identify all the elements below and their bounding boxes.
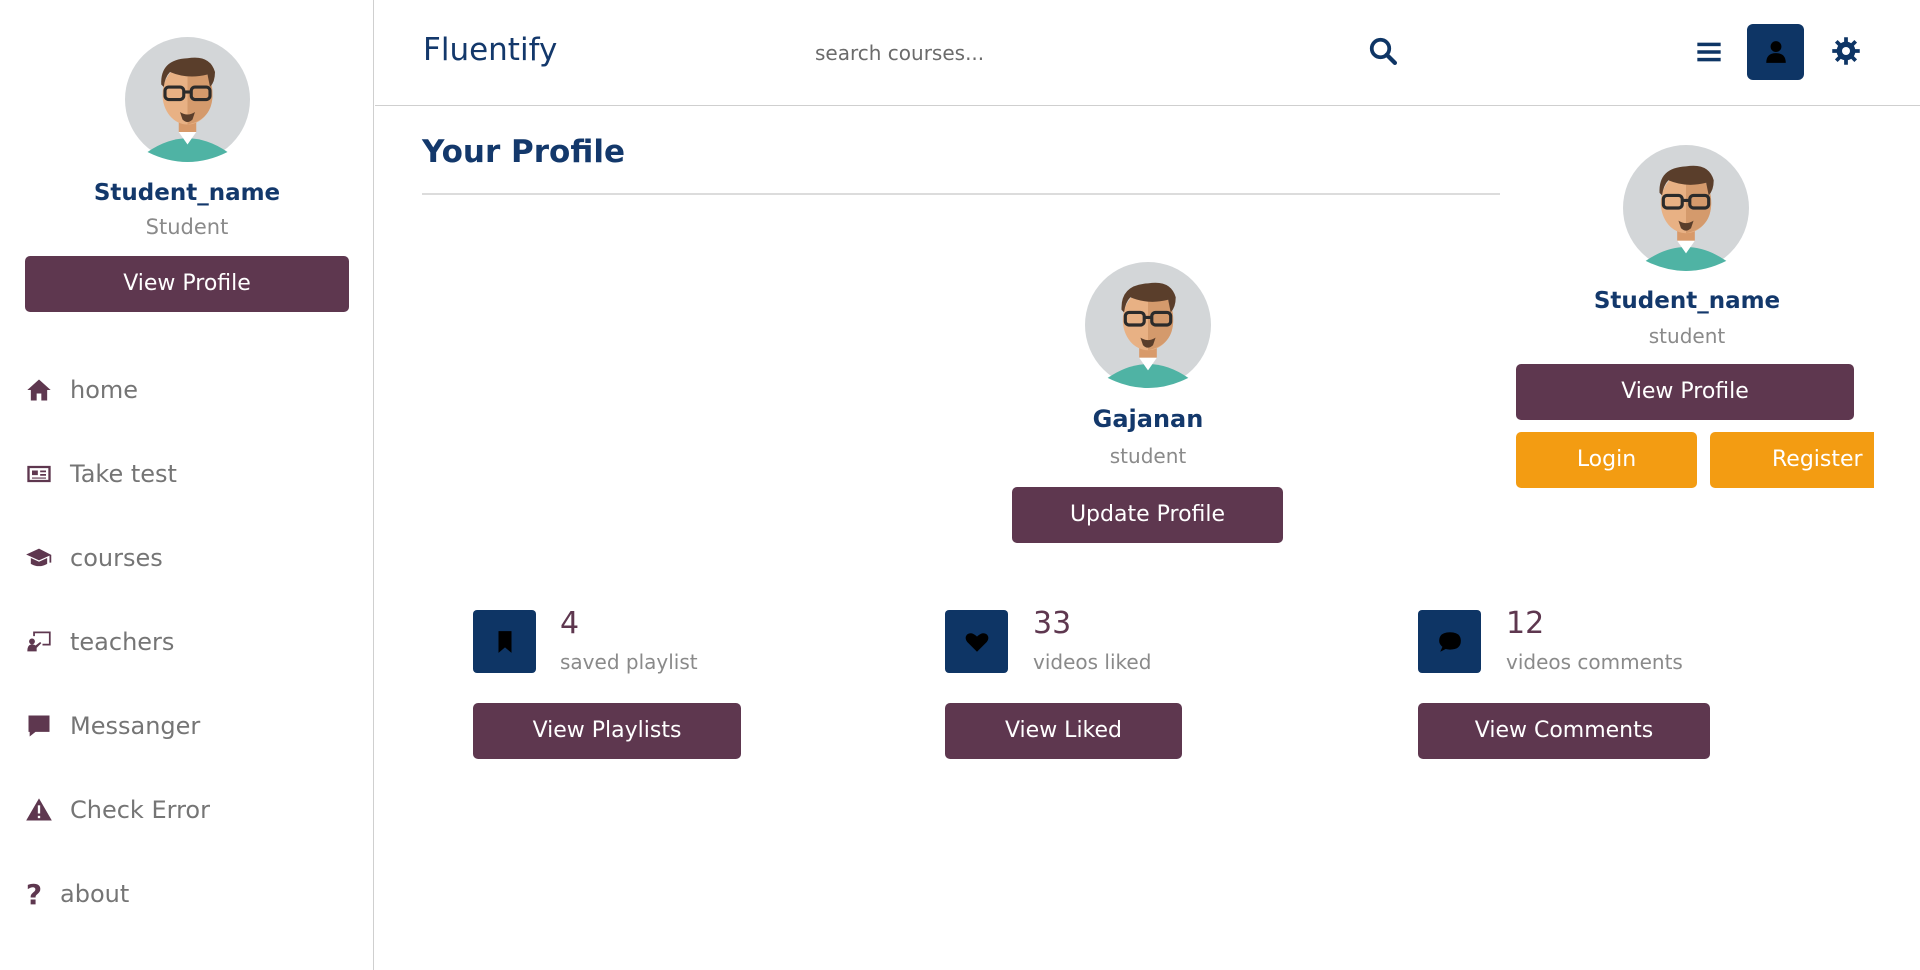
user-icon [1765,41,1786,63]
saved-playlist-badge [473,610,536,673]
sidebar-item-take-test[interactable]: Take test [24,454,177,494]
profile-name: Gajanan [1092,405,1204,433]
bookmark-icon [498,630,511,653]
top-header: Fluentify [375,0,1920,106]
view-comments-button[interactable]: View Comments [1418,703,1710,759]
sidebar-item-teachers[interactable]: teachers [24,622,174,662]
register-button[interactable]: Register [1710,432,1874,488]
sidebar-item-label: home [70,376,139,404]
chalkboard-teacher-icon [24,627,54,657]
message-icon [24,711,54,741]
sidebar-item-label: courses [70,544,163,572]
search-icon[interactable] [1368,36,1398,66]
home-icon [24,375,54,405]
sidebar: Student_name Student View Profile home T… [0,0,374,970]
sidebar-item-about[interactable]: ? about [24,874,129,914]
videos-liked-count: 33 [1033,606,1072,641]
menu-icon[interactable] [1695,38,1723,66]
videos-comments-badge [1418,610,1481,673]
videos-liked-label: videos liked [1033,650,1152,674]
search-input[interactable] [815,34,1355,72]
gear-icon[interactable] [1831,36,1861,66]
dropdown-user-name: Student_name [1593,288,1781,314]
user-button[interactable] [1747,24,1804,80]
sidebar-item-label: Take test [70,460,177,488]
sidebar-item-check-error[interactable]: Check Error [24,790,210,830]
saved-playlist-count: 4 [560,606,580,641]
view-playlists-button[interactable]: View Playlists [473,703,741,759]
sidebar-item-label: Messanger [70,712,201,740]
heart-icon [965,632,988,652]
dropdown-view-profile-button[interactable]: View Profile [1516,364,1854,420]
question-icon: ? [25,877,43,911]
videos-comments-label: videos comments [1506,650,1683,674]
saved-playlist-label: saved playlist [560,650,698,674]
sidebar-item-messanger[interactable]: Messanger [24,706,200,746]
dropdown-avatar [1623,145,1749,271]
videos-liked-badge [945,610,1008,673]
sidebar-user-role: Student [145,215,229,239]
sidebar-item-label: Check Error [70,796,210,824]
user-avatar [125,37,250,162]
profile-avatar [1085,262,1211,388]
profile-role: student [1109,444,1187,468]
login-button[interactable]: Login [1516,432,1697,488]
sidebar-user-name: Student_name [93,180,281,206]
sidebar-item-label: teachers [70,628,175,656]
update-profile-button[interactable]: Update Profile [1012,487,1283,543]
warning-icon [24,795,54,825]
profile-dropdown: Student_name student View Profile Login … [1500,130,1874,500]
page-title: Your Profile [422,134,625,170]
newspaper-icon [24,459,54,489]
dropdown-user-role: student [1648,324,1726,348]
sidebar-view-profile-button[interactable]: View Profile [25,256,349,312]
graduation-cap-icon [24,543,54,573]
videos-comments-count: 12 [1506,606,1545,641]
sidebar-item-courses[interactable]: courses [24,538,163,578]
brand-logo[interactable]: Fluentify [423,32,557,68]
view-liked-button[interactable]: View Liked [945,703,1182,759]
sidebar-item-label: about [60,880,130,908]
comment-icon [1438,631,1461,652]
sidebar-item-home[interactable]: home [24,370,138,410]
